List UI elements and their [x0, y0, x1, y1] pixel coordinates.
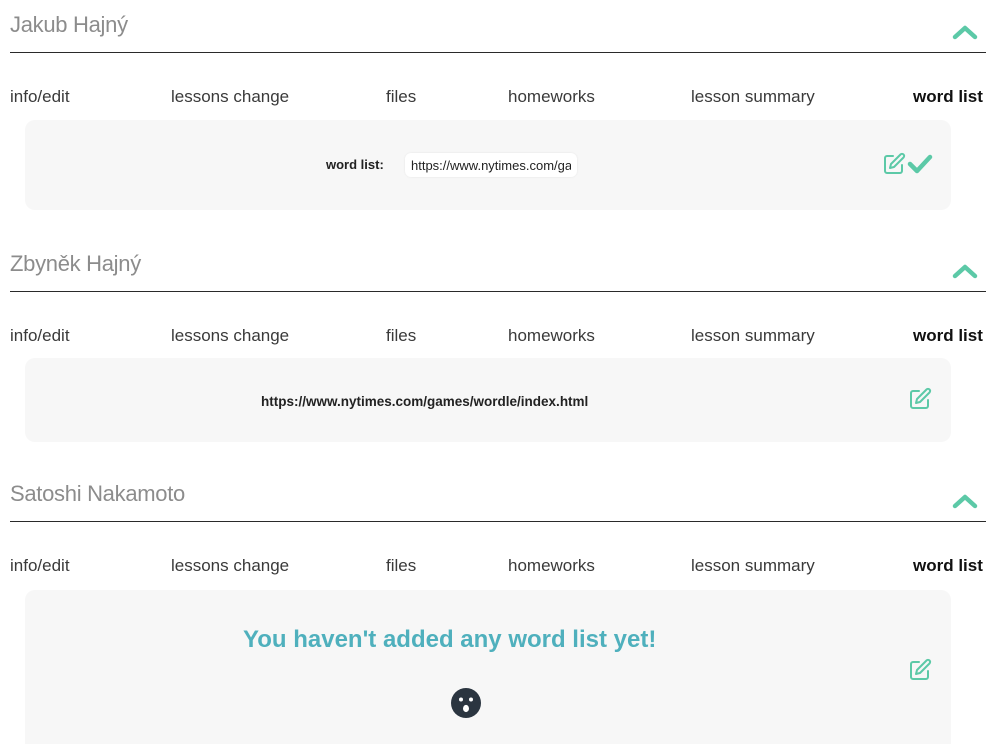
- tab-homeworks[interactable]: homeworks: [508, 556, 595, 576]
- tab-files[interactable]: files: [386, 326, 416, 346]
- tab-word-list[interactable]: word list: [913, 556, 983, 576]
- tab-word-list[interactable]: word list: [913, 326, 983, 346]
- word-list-panel: https://www.nytimes.com/games/wordle/ind…: [25, 358, 951, 442]
- student-header: Zbyněk Hajný: [10, 251, 986, 292]
- edit-icon[interactable]: [908, 387, 932, 411]
- surprised-face-icon: [451, 688, 481, 718]
- tab-lessons-change[interactable]: lessons change: [171, 556, 289, 576]
- tab-lesson-summary[interactable]: lesson summary: [691, 326, 815, 346]
- word-list-panel: word list:: [25, 120, 951, 210]
- tab-lesson-summary[interactable]: lesson summary: [691, 87, 815, 107]
- tab-info-edit[interactable]: info/edit: [10, 87, 70, 107]
- student-section-jakub: Jakub Hajný info/edit lessons change fil…: [10, 12, 986, 111]
- student-name: Jakub Hajný: [10, 12, 128, 37]
- tab-bar: info/edit lessons change files homeworks…: [10, 326, 986, 350]
- tab-bar: info/edit lessons change files homeworks…: [10, 87, 986, 111]
- tab-bar: info/edit lessons change files homeworks…: [10, 556, 986, 580]
- tab-lessons-change[interactable]: lessons change: [171, 326, 289, 346]
- word-list-label: word list:: [326, 157, 384, 172]
- tab-lessons-change[interactable]: lessons change: [171, 87, 289, 107]
- tab-files[interactable]: files: [386, 556, 416, 576]
- tab-homeworks[interactable]: homeworks: [508, 87, 595, 107]
- tab-info-edit[interactable]: info/edit: [10, 326, 70, 346]
- word-list-panel: You haven't added any word list yet!: [25, 590, 951, 744]
- student-name: Satoshi Nakamoto: [10, 481, 185, 506]
- edit-icon[interactable]: [908, 658, 932, 682]
- save-check-icon[interactable]: [907, 153, 933, 175]
- tab-info-edit[interactable]: info/edit: [10, 556, 70, 576]
- tab-word-list[interactable]: word list: [913, 87, 983, 107]
- student-section-satoshi: Satoshi Nakamoto info/edit lessons chang…: [10, 481, 986, 580]
- tab-files[interactable]: files: [386, 87, 416, 107]
- student-section-zbynek: Zbyněk Hajný info/edit lessons change fi…: [10, 251, 986, 350]
- chevron-up-icon[interactable]: [952, 263, 978, 279]
- empty-state-message: You haven't added any word list yet!: [243, 626, 657, 653]
- student-header: Satoshi Nakamoto: [10, 481, 986, 522]
- word-list-url: https://www.nytimes.com/games/wordle/ind…: [261, 394, 589, 409]
- chevron-up-icon[interactable]: [952, 493, 978, 509]
- student-header: Jakub Hajný: [10, 12, 986, 53]
- chevron-up-icon[interactable]: [952, 24, 978, 40]
- student-name: Zbyněk Hajný: [10, 251, 141, 276]
- tab-lesson-summary[interactable]: lesson summary: [691, 556, 815, 576]
- tab-homeworks[interactable]: homeworks: [508, 326, 595, 346]
- word-list-input[interactable]: [405, 153, 577, 177]
- edit-icon[interactable]: [882, 152, 906, 176]
